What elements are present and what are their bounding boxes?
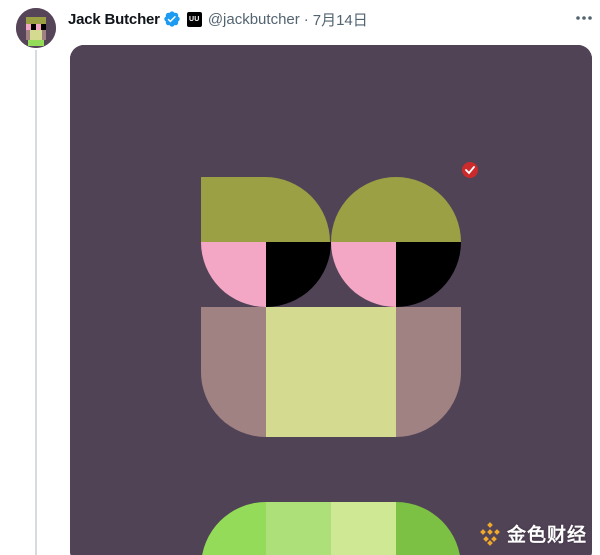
- author-display-name[interactable]: Jack Butcher: [68, 11, 160, 28]
- more-horizontal-icon: [576, 16, 592, 20]
- affiliate-badge-label: UU: [189, 15, 200, 23]
- watermark-text: 金色财经: [507, 525, 588, 546]
- tweet-page: Jack Butcher UU @jackbutcher · 7月14日 金色财…: [0, 0, 600, 555]
- tweet-header: Jack Butcher UU @jackbutcher · 7月14日: [68, 8, 368, 30]
- tweet-date[interactable]: 7月14日: [313, 9, 368, 30]
- header-separator: ·: [303, 10, 309, 28]
- affiliate-badge[interactable]: UU: [186, 11, 202, 27]
- jinse-logo-icon: [478, 521, 502, 546]
- red-check-badge-icon: [462, 162, 478, 178]
- tweet-media-image[interactable]: [70, 45, 592, 555]
- thread-connector-line: [35, 50, 37, 555]
- geometric-face-illustration: [70, 45, 592, 555]
- watermark: 金色财经: [478, 520, 587, 547]
- more-options-button[interactable]: [574, 9, 594, 27]
- mouth-segment-3: [331, 502, 396, 555]
- mouth-segment-2: [266, 502, 331, 555]
- pixel-face-avatar-icon: [16, 8, 56, 48]
- author-handle[interactable]: @jackbutcher: [208, 11, 300, 28]
- avatar[interactable]: [16, 8, 56, 48]
- face-center: [266, 307, 396, 437]
- verified-badge-icon[interactable]: [163, 10, 181, 28]
